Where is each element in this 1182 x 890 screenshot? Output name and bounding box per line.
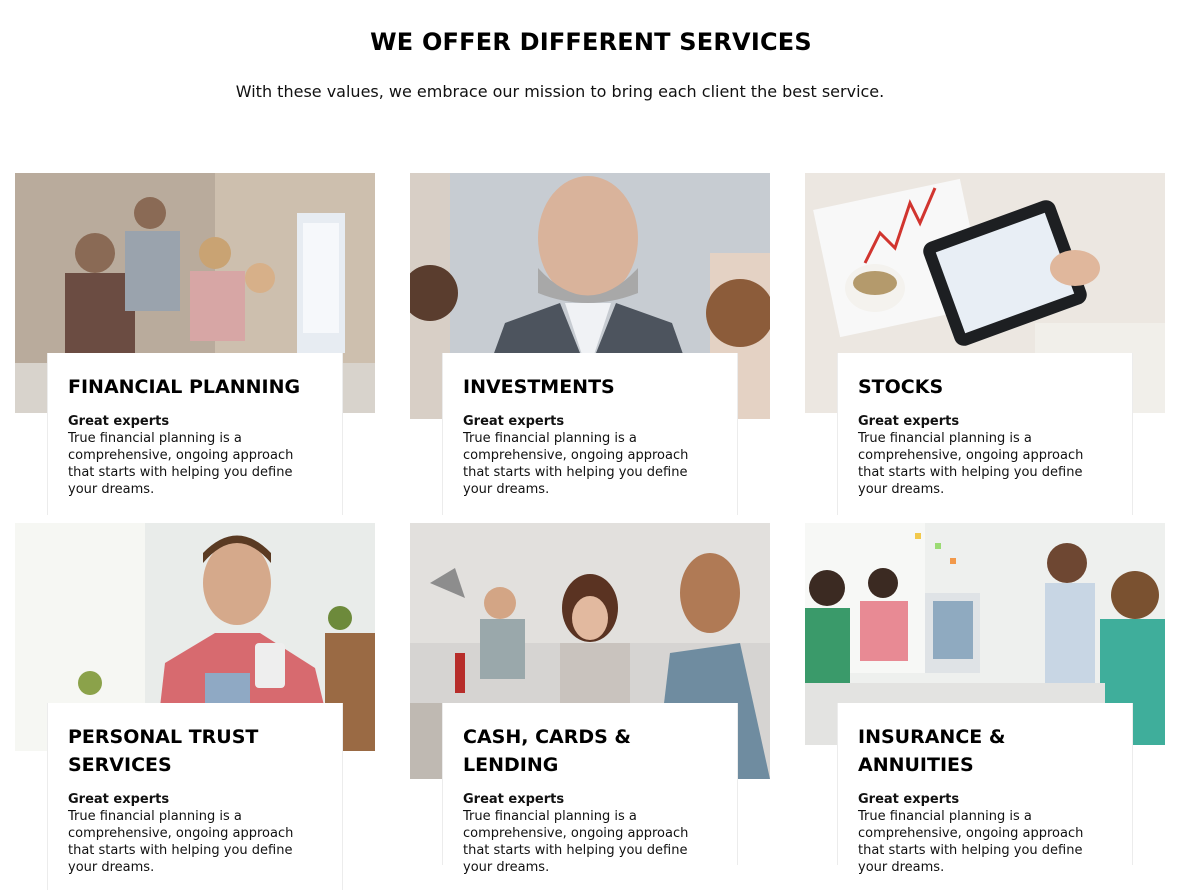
service-subtitle: Great experts — [463, 414, 565, 429]
service-description: True financial planning is a comprehensi… — [68, 431, 294, 497]
service-subtitle: Great experts — [68, 414, 170, 429]
service-card: CASH, CARDS & LENDING Great experts True… — [442, 703, 738, 875]
service-personal-trust[interactable]: PERSONAL TRUST SERVICES Great experts Tr… — [15, 523, 375, 890]
service-financial-planning[interactable]: FINANCIAL PLANNING Great experts True fi… — [15, 173, 375, 515]
service-stocks[interactable]: STOCKS Great experts True financial plan… — [805, 173, 1165, 515]
service-subtitle: Great experts — [858, 414, 960, 429]
page-subtitle: With these values, we embrace our missio… — [235, 82, 885, 101]
service-description: True financial planning is a comprehensi… — [463, 809, 689, 875]
page-title: WE OFFER DIFFERENT SERVICES — [370, 28, 812, 56]
service-card: INSURANCE & ANNUITIES Great experts True… — [837, 703, 1133, 875]
service-card: STOCKS Great experts True financial plan… — [837, 353, 1133, 515]
service-title: CASH, CARDS & LENDING — [463, 726, 631, 776]
service-title: INSURANCE & ANNUITIES — [858, 726, 1006, 776]
service-description: True financial planning is a comprehensi… — [858, 809, 1084, 875]
service-investments[interactable]: INVESTMENTS Great experts True financial… — [410, 173, 770, 515]
service-title: PERSONAL TRUST SERVICES — [68, 726, 259, 776]
service-subtitle: Great experts — [68, 792, 170, 807]
service-insurance-annuities[interactable]: INSURANCE & ANNUITIES Great experts True… — [805, 523, 1165, 875]
service-card: PERSONAL TRUST SERVICES Great experts Tr… — [47, 703, 343, 890]
service-subtitle: Great experts — [858, 792, 960, 807]
service-title: STOCKS — [858, 376, 944, 398]
service-card: FINANCIAL PLANNING Great experts True fi… — [47, 353, 343, 515]
service-title: INVESTMENTS — [463, 376, 615, 398]
service-cash-cards-lending[interactable]: CASH, CARDS & LENDING Great experts True… — [410, 523, 770, 875]
service-description: True financial planning is a comprehensi… — [463, 431, 689, 497]
service-description: True financial planning is a comprehensi… — [68, 809, 294, 875]
service-description: True financial planning is a comprehensi… — [858, 431, 1084, 497]
service-subtitle: Great experts — [463, 792, 565, 807]
service-card: INVESTMENTS Great experts True financial… — [442, 353, 738, 515]
service-title: FINANCIAL PLANNING — [68, 376, 301, 398]
